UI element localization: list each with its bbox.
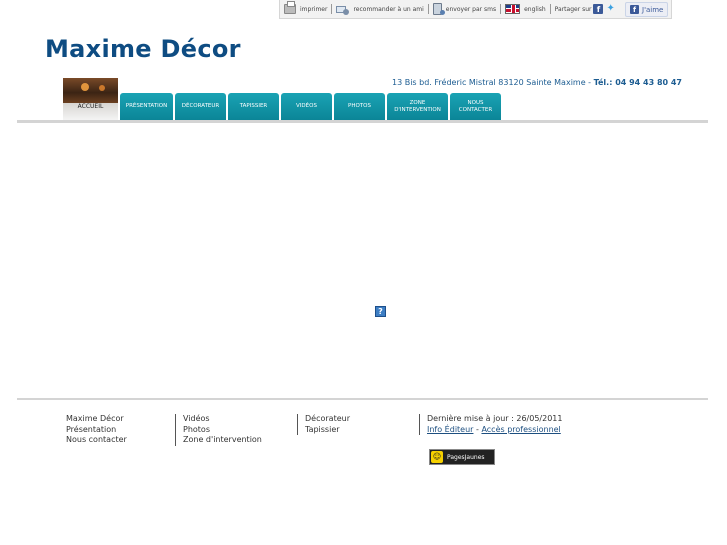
footer-link-home[interactable]: Maxime Décor: [66, 414, 127, 425]
phone-icon: [432, 3, 445, 15]
pages-jaunes-badge[interactable]: ☺ PagesJaunes: [429, 449, 495, 465]
sms-label: envoyer par sms: [445, 5, 497, 13]
pages-jaunes-label: PagesJaunes: [447, 453, 485, 461]
share-label: Partager sur: [554, 5, 592, 13]
footer-link-presentation[interactable]: Présentation: [66, 425, 127, 436]
recommend-label: recommander à un ami: [353, 5, 424, 13]
nav-label-accueil: ACCUEIL: [77, 103, 104, 110]
nav-item-photos[interactable]: PHOTOS: [334, 93, 385, 120]
print-label: imprimer: [300, 5, 328, 13]
nav-label-videos: VIDÉOS: [296, 103, 317, 109]
recommend-icon: [336, 4, 350, 15]
recommend-link[interactable]: recommander à un ami: [332, 0, 427, 18]
home-photo-light: [99, 85, 105, 91]
nav-label-contact: NOUS CONTACTER: [458, 99, 493, 113]
site-title[interactable]: Maxime Décor: [45, 35, 241, 63]
footer-legal-links: Info Éditeur - Accès professionnel: [427, 425, 562, 436]
acces-pro-link[interactable]: Accès professionnel: [481, 425, 560, 434]
legal-separator: -: [476, 424, 479, 434]
nav-item-decorateur[interactable]: DÉCORATEUR: [175, 93, 226, 120]
twitter-icon[interactable]: ✦: [606, 4, 617, 14]
footer-link-tapissier[interactable]: Tapissier: [305, 425, 350, 436]
like-label: J'aime: [642, 5, 664, 14]
sms-link[interactable]: envoyer par sms: [429, 0, 500, 18]
nav-label-zone-intervention: ZONE D'INTERVENTION: [394, 99, 441, 113]
nav-item-contact[interactable]: NOUS CONTACTER: [450, 93, 501, 120]
facebook-like-button[interactable]: f J'aime: [625, 2, 669, 17]
nav-label-tapissier: TAPISSIER: [239, 103, 268, 109]
nav-item-tapissier[interactable]: TAPISSIER: [228, 93, 279, 120]
footer-column-2: Vidéos Photos Zone d'intervention: [175, 414, 262, 446]
last-updated: Dernière mise à jour : 26/05/2011: [427, 414, 563, 423]
footer-link-decorateur[interactable]: Décorateur: [305, 414, 350, 425]
pages-jaunes-smile-icon: ☺: [431, 451, 443, 463]
address-separator: -: [588, 78, 592, 87]
share-area: Partager sur f ✦: [551, 0, 622, 18]
english-label: english: [524, 5, 546, 13]
main-nav: ACCUEIL PRÉSENTATION DÉCORATEUR TAPISSIE…: [63, 78, 501, 120]
header-divider: [17, 120, 708, 123]
nav-label-decorateur: DÉCORATEUR: [181, 103, 220, 109]
nav-item-videos[interactable]: VIDÉOS: [281, 93, 332, 120]
home-photo-light: [81, 83, 89, 91]
footer-column-1: Maxime Décor Présentation Nous contacter: [66, 414, 127, 446]
nav-item-accueil[interactable]: ACCUEIL: [63, 78, 118, 120]
utility-toolbar: imprimer recommander à un ami envoyer pa…: [279, 0, 672, 19]
footer-link-zone[interactable]: Zone d'intervention: [183, 435, 262, 446]
info-editeur-link[interactable]: Info Éditeur: [427, 425, 473, 434]
footer-link-contact[interactable]: Nous contacter: [66, 435, 127, 446]
footer-column-4: Dernière mise à jour : 26/05/2011 Info É…: [419, 414, 562, 435]
footer-link-videos[interactable]: Vidéos: [183, 414, 262, 425]
footer-link-photos[interactable]: Photos: [183, 425, 262, 436]
missing-plugin-icon: ?: [375, 306, 386, 317]
phone-number: Tél.: 04 94 43 80 47: [593, 78, 682, 87]
print-link[interactable]: imprimer: [280, 0, 331, 18]
footer-divider: [17, 398, 708, 400]
footer-column-3: Décorateur Tapissier: [297, 414, 350, 435]
english-link[interactable]: english: [501, 0, 550, 18]
nav-label-photos: PHOTOS: [348, 103, 371, 109]
facebook-icon[interactable]: f: [593, 4, 604, 14]
nav-label-presentation: PRÉSENTATION: [125, 103, 168, 109]
nav-item-presentation[interactable]: PRÉSENTATION: [120, 93, 173, 120]
facebook-icon: f: [630, 5, 639, 14]
uk-flag-icon: [505, 4, 521, 14]
nav-item-zone-intervention[interactable]: ZONE D'INTERVENTION: [387, 93, 448, 120]
printer-icon: [284, 1, 296, 14]
